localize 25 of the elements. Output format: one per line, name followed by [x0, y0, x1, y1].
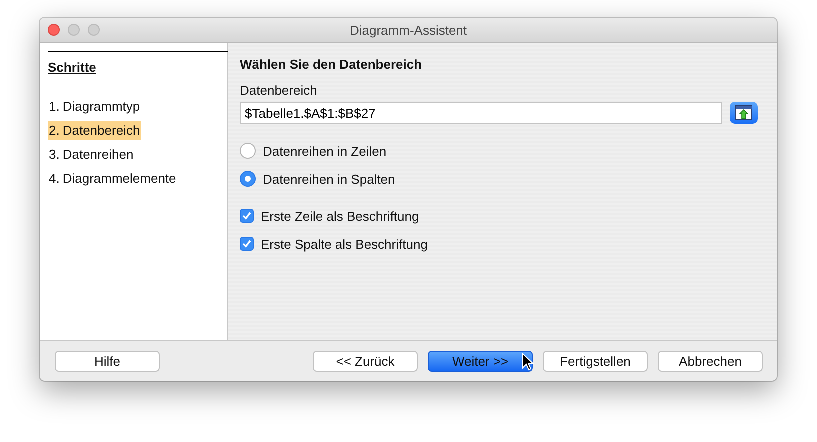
dialog-button[interactable]: Abbrechen [658, 350, 763, 372]
window-title: Diagramm-Assistent [348, 22, 468, 38]
radio-button[interactable] [240, 143, 256, 159]
range-label: Datenbereich [240, 83, 318, 98]
section-heading: Wählen Sie den Datenbereich [240, 57, 424, 72]
step-item[interactable]: 1. Diagrammtyp [48, 97, 142, 116]
checkbox-label: Erste Spalte als Beschriftung [261, 236, 428, 252]
range-field[interactable]: $Tabelle1.$A$1:$B$27 [240, 102, 722, 124]
dialog-button[interactable]: Fertigstellen [543, 350, 648, 372]
checkbox-label: Erste Zeile als Beschriftung [261, 208, 420, 224]
radio-button[interactable] [240, 171, 256, 187]
radio-label: Datenreihen in Zeilen [263, 144, 387, 158]
step-item[interactable]: 2. Datenbereich [48, 121, 142, 140]
select-range-button[interactable] [730, 102, 758, 124]
close-button[interactable] [48, 24, 60, 36]
checkbox[interactable] [240, 209, 254, 223]
step-item[interactable]: 3. Datenreihen [48, 145, 135, 164]
dialog-button[interactable]: << Zurück [313, 350, 418, 372]
checkbox[interactable] [240, 237, 254, 251]
steps-heading: Schritte [48, 60, 96, 75]
mouse-pointer-icon [522, 353, 534, 371]
radio-label: Datenreihen in Spalten [263, 172, 396, 186]
dialog-button[interactable]: Weiter >> [428, 350, 533, 372]
step-item[interactable]: 4. Diagrammelemente [48, 169, 178, 188]
help-button[interactable]: Hilfe [55, 350, 160, 372]
